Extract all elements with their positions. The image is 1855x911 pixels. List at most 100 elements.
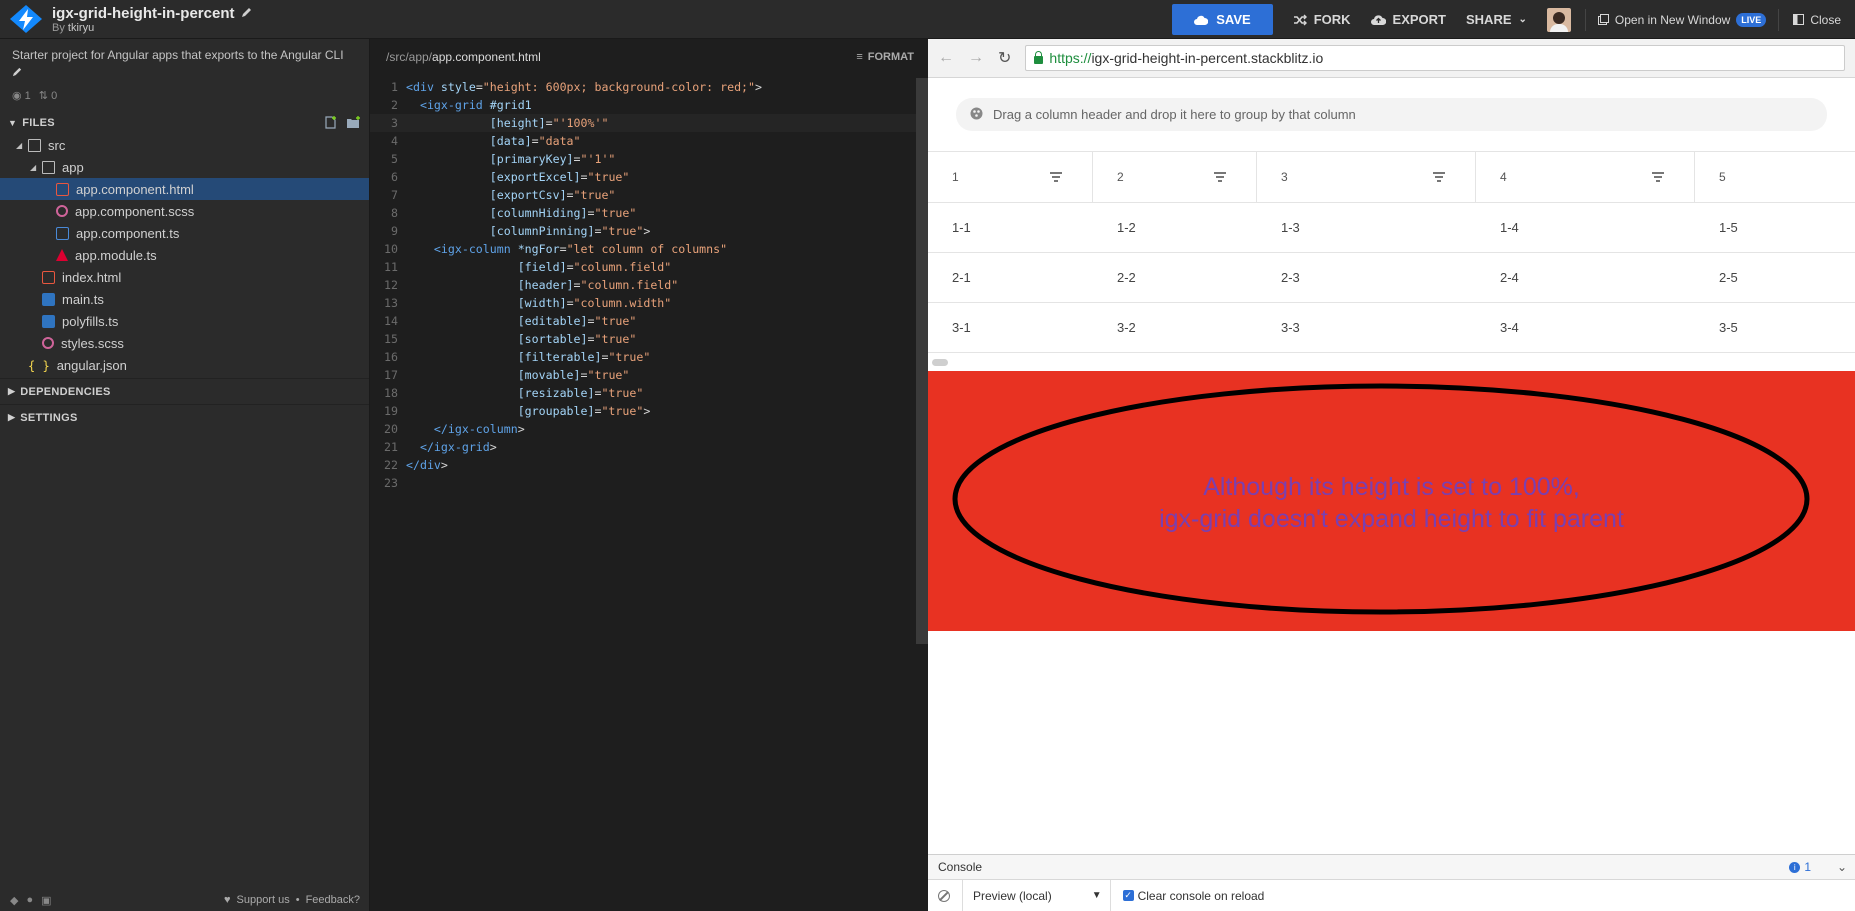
save-button[interactable]: SAVE — [1172, 4, 1273, 35]
grid-cell[interactable]: 2-3 — [1257, 253, 1476, 302]
file-tree-item[interactable]: polyfills.ts — [0, 310, 369, 332]
fork-button[interactable]: FORK — [1283, 0, 1361, 39]
url-field[interactable]: https://igx-grid-height-in-percent.stack… — [1025, 45, 1845, 71]
reload-icon[interactable]: ↻ — [998, 48, 1011, 68]
grid-column-header[interactable]: 3 — [1257, 152, 1476, 202]
export-button[interactable]: EXPORT — [1361, 0, 1456, 39]
code-line[interactable]: 10 <igx-column *ngFor="let column of col… — [370, 240, 916, 258]
grid-column-header[interactable]: 2 — [1093, 152, 1257, 202]
project-title[interactable]: igx-grid-height-in-percent — [52, 5, 235, 22]
group-by-drop-area[interactable]: Drag a column header and drop it here to… — [956, 98, 1827, 131]
file-tree-item[interactable]: styles.scss — [0, 332, 369, 354]
file-tree-item[interactable]: app.component.html — [0, 178, 369, 200]
grid-cell[interactable]: 3-5 — [1695, 303, 1855, 352]
files-section-header[interactable]: ▼ FILES — [0, 112, 369, 134]
grid-cell[interactable]: 2-2 — [1093, 253, 1257, 302]
caret-down-icon: ▼ — [1091, 890, 1102, 901]
code-line[interactable]: 16 [filterable]="true" — [370, 348, 916, 366]
filter-icon[interactable] — [1050, 172, 1062, 184]
file-tree-item[interactable]: app.module.ts — [0, 244, 369, 266]
code-line[interactable]: 12 [header]="column.field" — [370, 276, 916, 294]
grid-column-header[interactable]: 1 — [928, 152, 1093, 202]
console-tab[interactable]: Console — [938, 860, 982, 874]
grid-cell[interactable]: 1-2 — [1093, 203, 1257, 252]
close-button[interactable]: Close — [1779, 13, 1855, 27]
discord-icon[interactable]: ▣ — [41, 894, 51, 907]
grid-cell[interactable]: 2-5 — [1695, 253, 1855, 302]
filter-icon[interactable] — [1214, 172, 1226, 184]
code-line[interactable]: 2 <igx-grid #grid1 — [370, 96, 916, 114]
format-lines-icon: ≡ — [856, 51, 863, 63]
code-line[interactable]: 18 [resizable]="true" — [370, 384, 916, 402]
forward-arrow-icon[interactable]: → — [968, 49, 984, 67]
clear-console-icon[interactable] — [938, 889, 950, 902]
code-line[interactable]: 23 — [370, 474, 916, 492]
code-lines[interactable]: 1 <div style="height: 600px; background-c… — [370, 78, 916, 492]
settings-section-header[interactable]: ▶ SETTINGS — [0, 404, 369, 430]
code-line[interactable]: 13 [width]="column.width" — [370, 294, 916, 312]
code-line[interactable]: 11 [field]="column.field" — [370, 258, 916, 276]
checkbox-checked-icon[interactable]: ✓ — [1122, 890, 1134, 901]
folder-toggle-icon[interactable]: ◢ — [30, 163, 42, 172]
grid-cell[interactable]: 3-4 — [1476, 303, 1695, 352]
file-tree-item[interactable]: main.ts — [0, 288, 369, 310]
grid-cell[interactable]: 1-3 — [1257, 203, 1476, 252]
grid-cell[interactable]: 1-1 — [928, 203, 1093, 252]
file-tree-item[interactable]: app.component.ts — [0, 222, 369, 244]
file-tree-item[interactable]: ◢ src — [0, 134, 369, 156]
edit-description-icon[interactable] — [12, 66, 357, 81]
code-line[interactable]: 3 [height]="'100%'" — [370, 114, 916, 132]
grid-cell[interactable]: 3-2 — [1093, 303, 1257, 352]
file-tree-item[interactable]: ◢ app — [0, 156, 369, 178]
code-line[interactable]: 14 [editable]="true" — [370, 312, 916, 330]
github-icon[interactable]: ● — [26, 894, 33, 907]
grid-cell[interactable]: 2-4 — [1476, 253, 1695, 302]
code-line[interactable]: 7 [exportCsv]="true" — [370, 186, 916, 204]
file-tree-item[interactable]: app.component.scss — [0, 200, 369, 222]
stackblitz-logo-icon[interactable] — [0, 0, 52, 39]
back-arrow-icon[interactable]: ← — [938, 49, 954, 67]
author-name[interactable]: tkiryu — [68, 22, 94, 34]
grid-cell[interactable]: 3-3 — [1257, 303, 1476, 352]
user-avatar[interactable] — [1546, 7, 1571, 32]
code-line[interactable]: 9 [columnPinning]="true"> — [370, 222, 916, 240]
grid-horizontal-scrollbar[interactable] — [932, 359, 948, 366]
code-line[interactable]: 8 [columnHiding]="true" — [370, 204, 916, 222]
feedback-link[interactable]: Feedback? — [306, 894, 360, 906]
grid-cell[interactable]: 3-1 — [928, 303, 1093, 352]
support-link[interactable]: Support us — [237, 894, 290, 906]
file-tree-item[interactable]: { } angular.json — [0, 354, 369, 376]
grid-cell[interactable]: 1-5 — [1695, 203, 1855, 252]
format-button[interactable]: ≡ FORMAT — [856, 51, 914, 63]
code-line[interactable]: 1 <div style="height: 600px; background-c… — [370, 78, 916, 96]
new-folder-icon[interactable] — [346, 116, 361, 129]
dependencies-section-header[interactable]: ▶ DEPENDENCIES — [0, 378, 369, 404]
code-line[interactable]: 21 </igx-grid> — [370, 438, 916, 456]
grid-cell[interactable]: 2-1 — [928, 253, 1093, 302]
editor-scrollbar[interactable] — [916, 78, 928, 644]
new-file-icon[interactable] — [324, 116, 338, 129]
folder-toggle-icon[interactable]: ◢ — [16, 141, 28, 150]
code-line[interactable]: 4 [data]="data" — [370, 132, 916, 150]
code-line[interactable]: 19 [groupable]="true"> — [370, 402, 916, 420]
code-line[interactable]: 5 [primaryKey]="'1'" — [370, 150, 916, 168]
share-button[interactable]: SHARE ⌄ — [1456, 0, 1537, 39]
open-new-window-button[interactable]: Open in New Window LIVE — [1586, 12, 1778, 27]
grid-column-header[interactable]: 5 — [1695, 152, 1855, 202]
edit-pencil-icon[interactable] — [241, 5, 253, 22]
clear-on-reload-option[interactable]: ✓ Clear console on reload — [1122, 889, 1264, 903]
code-line[interactable]: 17 [movable]="true" — [370, 366, 916, 384]
filter-icon[interactable] — [1652, 172, 1664, 184]
filter-icon[interactable] — [1433, 172, 1445, 184]
file-tree-item[interactable]: index.html — [0, 266, 369, 288]
code-line[interactable]: 15 [sortable]="true" — [370, 330, 916, 348]
code-line[interactable]: 20 </igx-column> — [370, 420, 916, 438]
code-line[interactable]: 22 </div> — [370, 456, 916, 474]
grid-column-header[interactable]: 4 — [1476, 152, 1695, 202]
grid-cell[interactable]: 1-4 — [1476, 203, 1695, 252]
code-line[interactable]: 6 [exportExcel]="true" — [370, 168, 916, 186]
twitter-icon[interactable]: ◆ — [10, 894, 18, 907]
chevron-down-icon[interactable]: ⌄ — [1837, 860, 1847, 874]
console-context-select[interactable]: Preview (local) ▼ — [962, 880, 1111, 911]
line-number: 21 — [384, 440, 398, 454]
